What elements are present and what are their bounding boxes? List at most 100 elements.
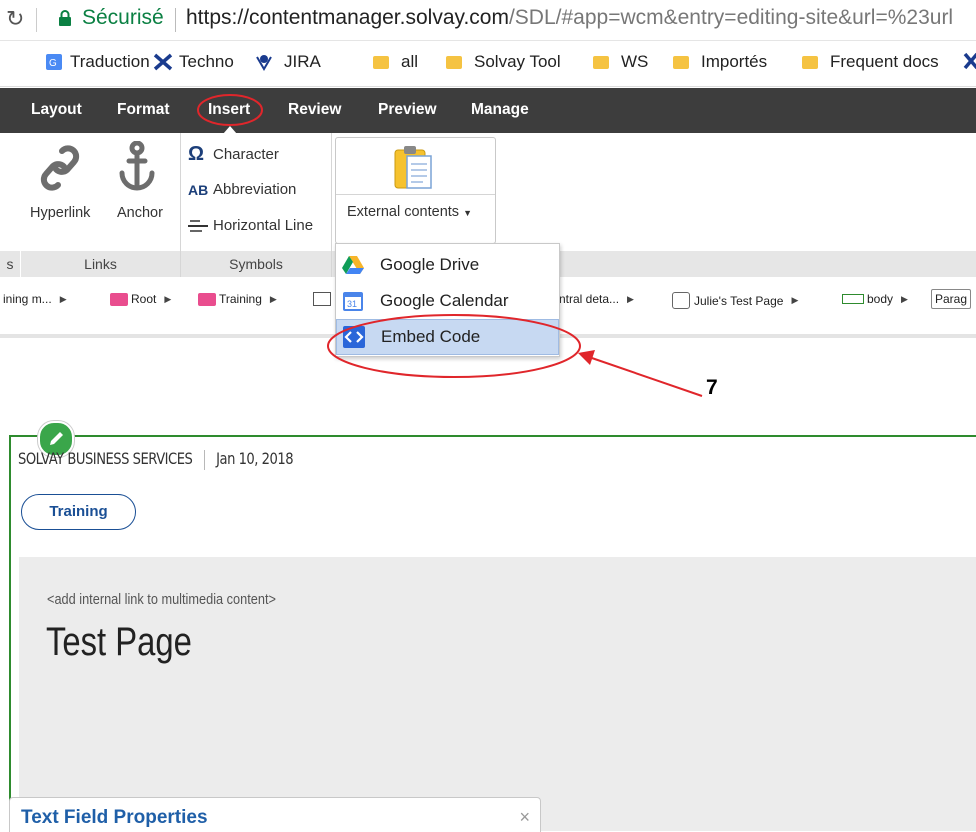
external-contents-button[interactable]: External contents ▼	[335, 137, 496, 244]
chevron-right-icon: ▶	[901, 293, 908, 304]
breadcrumb-item[interactable]: ntral deta... ▶	[559, 292, 642, 306]
bookmark-label: JIRA	[284, 52, 321, 71]
tools-icon[interactable]	[963, 52, 976, 70]
jira-icon	[256, 55, 272, 71]
bookmark-label: WS	[621, 52, 649, 71]
menu-item-google-drive[interactable]: Google Drive	[336, 247, 559, 283]
body-icon	[842, 294, 864, 304]
horizontal-line-label: Horizontal Line	[213, 217, 314, 234]
breadcrumb-item[interactable]: Root ▶	[110, 292, 179, 306]
editor-menu-bar: Layout Format Insert Review Preview Mana…	[0, 88, 976, 134]
breadcrumb-item[interactable]	[313, 292, 331, 306]
menu-format[interactable]: Format	[117, 101, 170, 119]
folder-icon	[198, 292, 216, 306]
abbreviation-icon: AB	[188, 181, 209, 198]
abbreviation-label: Abbreviation	[213, 181, 297, 198]
bookmarks-bar: G Traduction Techno JIRA all Solvay Tool…	[0, 41, 976, 87]
breadcrumb-item[interactable]: body ▶	[842, 292, 916, 306]
breadcrumb-label: Root	[131, 292, 157, 306]
tag-button[interactable]: Training	[21, 494, 136, 530]
bookmark-ws[interactable]: WS	[593, 52, 648, 72]
annotation-arrow	[578, 350, 703, 397]
svg-text:G: G	[49, 58, 57, 69]
anchor-label: Anchor	[117, 205, 163, 221]
menu-item-label: Google Calendar	[380, 291, 509, 310]
character-button[interactable]: Ω Character	[188, 143, 279, 166]
folder-icon	[593, 55, 609, 69]
secure-label: Sécurisé	[82, 6, 164, 29]
omega-icon: Ω	[188, 143, 205, 165]
menu-preview[interactable]: Preview	[378, 101, 437, 119]
bookmark-label: Traduction	[70, 52, 150, 71]
hyperlink-label: Hyperlink	[30, 205, 91, 221]
folder-icon	[446, 55, 462, 69]
abbreviation-button[interactable]: AB Abbreviation	[188, 181, 296, 198]
author-label: SOLVAY BUSINESS SERVICES	[18, 449, 193, 468]
divider	[203, 449, 205, 470]
horizontal-line-button[interactable]: Horizontal Line	[188, 217, 313, 234]
page-title[interactable]: Test Page	[46, 620, 192, 665]
google-drive-icon	[342, 256, 364, 274]
tools-icon	[963, 52, 976, 70]
multimedia-placeholder[interactable]: <add internal link to multimedia content…	[47, 591, 276, 608]
menu-item-label: Google Drive	[380, 255, 480, 274]
lock-icon	[59, 10, 71, 26]
chevron-right-icon: ▶	[164, 293, 172, 304]
symbols-group-footer: Symbols	[181, 251, 331, 277]
menu-manage[interactable]: Manage	[471, 101, 529, 119]
breadcrumb-item[interactable]: Parag	[931, 289, 972, 309]
url-path: /SDL/#app=wcm&entry=editing-site&url=%23…	[508, 6, 954, 29]
bookmark-frequent-docs[interactable]: Frequent docs	[802, 52, 939, 72]
horizontal-line-icon	[188, 219, 208, 232]
close-icon[interactable]: ×	[519, 807, 530, 828]
bookmark-solvay-tool[interactable]: Solvay Tool	[446, 52, 561, 72]
bookmark-traduction[interactable]: G Traduction	[46, 52, 150, 72]
page-icon	[313, 292, 331, 306]
folder-icon	[373, 55, 389, 69]
bookmark-label: Solvay Tool	[474, 52, 561, 71]
bookmark-techno[interactable]: Techno	[153, 52, 234, 72]
chevron-right-icon: ▶	[59, 293, 67, 304]
divider	[36, 8, 37, 32]
tools-icon	[153, 53, 173, 71]
anchor-button[interactable]: Anchor	[112, 139, 172, 245]
breadcrumb-label: body	[867, 292, 894, 306]
google-calendar-icon: 31	[343, 292, 363, 311]
chevron-down-icon: ▼	[463, 208, 472, 218]
date-label: Jan 10, 2018	[216, 449, 294, 468]
external-contents-text: External contents	[347, 204, 460, 220]
bookmark-label: Importés	[701, 52, 768, 71]
hyperlink-button[interactable]: Hyperlink	[30, 139, 104, 245]
breadcrumb-item[interactable]: Training ▶	[198, 292, 285, 306]
hyperlink-icon	[40, 145, 80, 191]
divider	[175, 8, 176, 32]
breadcrumb-label: Julie's Test Page	[694, 293, 784, 308]
breadcrumb-item[interactable]: ining m... ▶	[3, 292, 75, 306]
chevron-right-icon: ▶	[791, 295, 799, 305]
page-icon	[672, 292, 690, 309]
bookmark-all[interactable]: all	[373, 52, 418, 72]
bookmark-label: Frequent docs	[830, 52, 939, 71]
bookmark-importes[interactable]: Importés	[673, 52, 767, 72]
bookmark-jira[interactable]: JIRA	[254, 52, 321, 72]
menu-review[interactable]: Review	[288, 101, 341, 119]
folder-icon	[802, 55, 818, 69]
clipboard-icon	[394, 146, 432, 189]
reload-icon[interactable]: ↻	[6, 6, 24, 32]
breadcrumb-label: ntral deta...	[559, 292, 620, 306]
article-meta: SOLVAY BUSINESS SERVICES Jan 10, 2018	[18, 449, 294, 470]
divider	[336, 194, 495, 195]
svg-text:31: 31	[347, 299, 357, 309]
url-host: https://contentmanager.solvay.com	[186, 6, 509, 29]
bookmark-label: Techno	[179, 52, 234, 71]
links-group-footer: Links	[21, 251, 180, 277]
google-translate-icon: G	[46, 54, 62, 70]
character-label: Character	[213, 146, 279, 163]
folder-icon	[673, 55, 689, 69]
breadcrumb-item[interactable]: Julie's Test Page ▶	[672, 292, 806, 309]
menu-layout[interactable]: Layout	[31, 101, 82, 119]
external-contents-label: External contents ▼	[347, 204, 472, 220]
links-group: Hyperlink Anchor	[20, 133, 180, 251]
anchor-icon	[119, 141, 155, 191]
url-field[interactable]: https://contentmanager.solvay.com/SDL/#a…	[186, 6, 953, 30]
